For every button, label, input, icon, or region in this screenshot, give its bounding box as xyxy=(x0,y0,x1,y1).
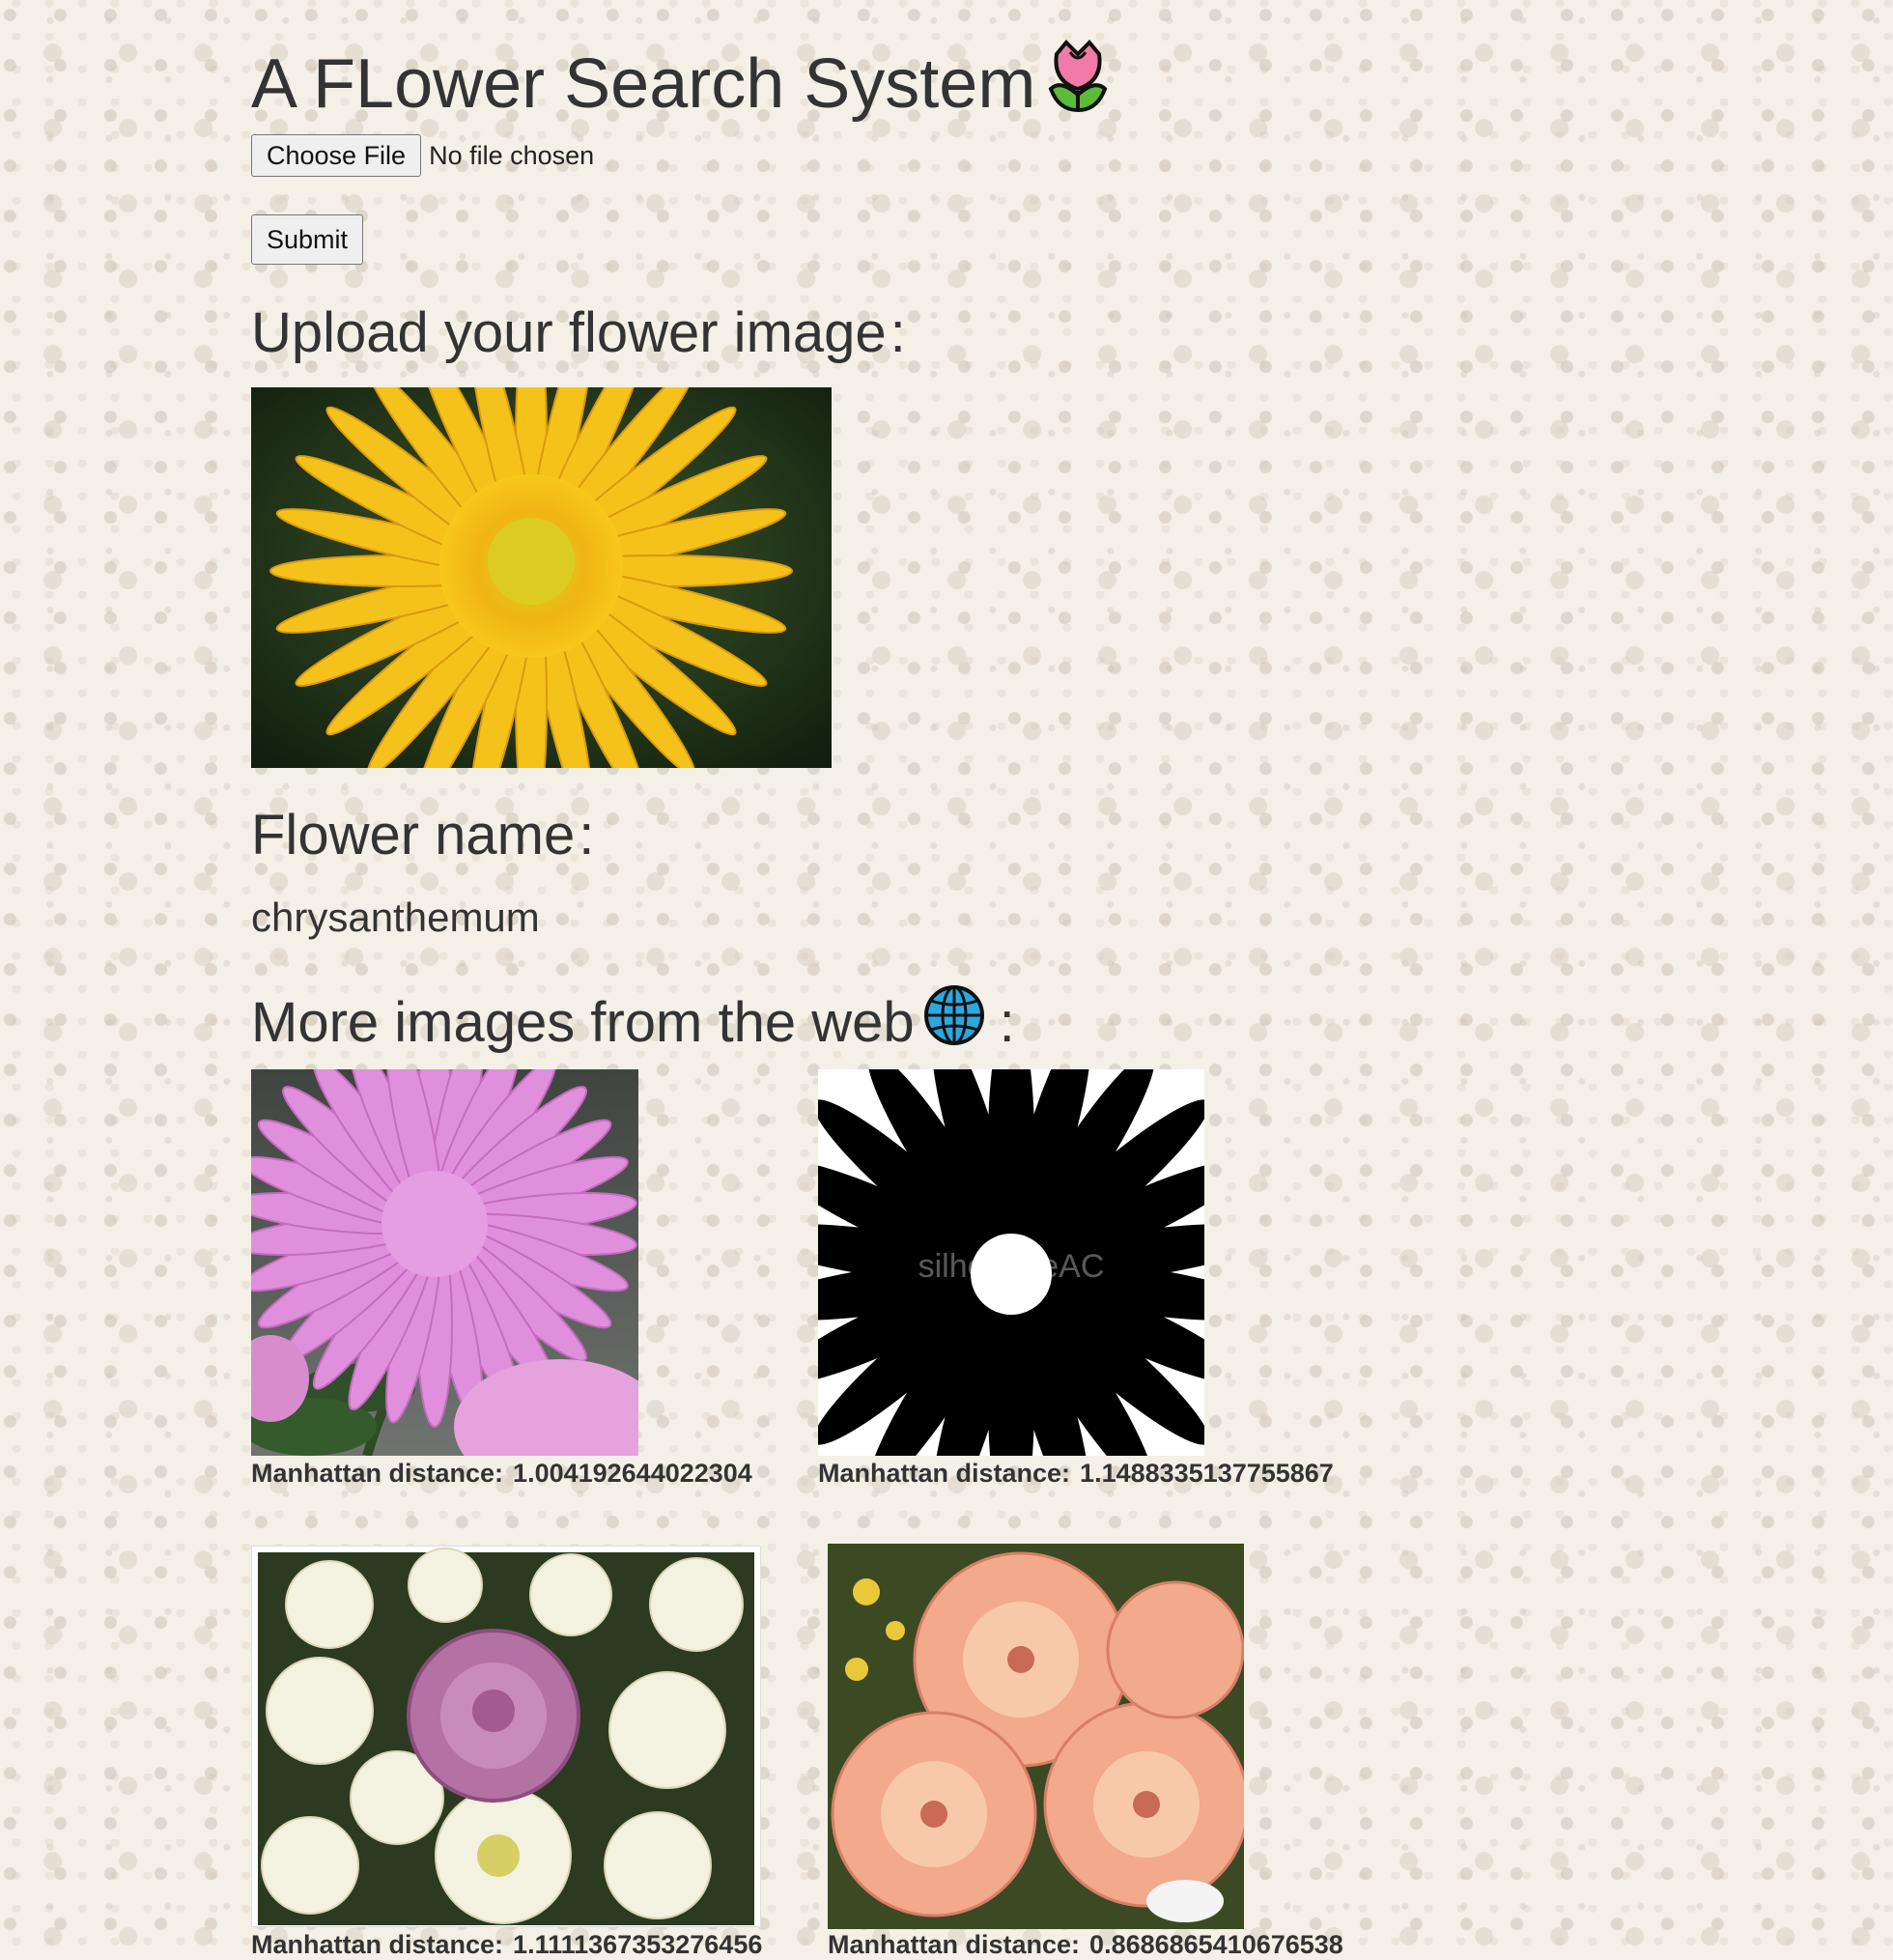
tulip-icon xyxy=(1041,35,1115,133)
file-status-text: No file chosen xyxy=(429,140,595,170)
distance-value: 1.004192644022304 xyxy=(513,1459,752,1488)
uploaded-flower-image xyxy=(251,387,832,768)
flower-name-heading-colon: : xyxy=(579,804,595,866)
distance-caption-3: Manhattan distance: 1.1111367353276456 xyxy=(251,1930,762,1960)
title-text: A FLower Search System xyxy=(251,45,1036,123)
distance-value: 0.8686865410676538 xyxy=(1089,1930,1343,1959)
flower-name-heading-text: Flower name xyxy=(251,804,576,866)
web-image-1 xyxy=(251,1069,638,1456)
flower-name-value: chrysanthemum xyxy=(251,895,540,940)
distance-caption-2: Manhattan distance: 1.1488335137755867 xyxy=(818,1459,1334,1489)
web-image-2: silhouetteAC xyxy=(818,1069,1204,1456)
flower-name-heading: Flower name : xyxy=(251,803,594,867)
upload-heading-text: Upload your flower image xyxy=(251,301,887,364)
globe-icon xyxy=(922,983,986,1061)
upload-heading-colon: : xyxy=(890,301,906,364)
web-images-heading-text: More images from the web xyxy=(251,990,915,1054)
distance-caption-1: Manhattan distance: 1.004192644022304 xyxy=(251,1459,752,1489)
distance-value: 1.1111367353276456 xyxy=(513,1930,763,1959)
web-image-4 xyxy=(828,1544,1244,1929)
distance-value: 1.1488335137755867 xyxy=(1080,1459,1334,1488)
distance-label: Manhattan distance: xyxy=(828,1930,1081,1959)
distance-label: Manhattan distance: xyxy=(251,1459,504,1488)
web-images-heading-colon: : xyxy=(999,990,1015,1054)
watermark-text: silhouetteAC xyxy=(918,1248,1105,1285)
choose-file-button[interactable]: Choose File xyxy=(251,134,422,177)
page-title: A FLower Search System xyxy=(251,35,1115,133)
web-images-heading: More images from the web : xyxy=(251,983,1015,1061)
web-image-3 xyxy=(251,1546,761,1927)
submit-button[interactable]: Submit xyxy=(251,214,364,265)
upload-heading: Upload your flower image : xyxy=(251,300,906,365)
distance-label: Manhattan distance: xyxy=(818,1459,1071,1488)
file-input[interactable]: Choose File No file chosen xyxy=(251,134,594,177)
distance-label: Manhattan distance: xyxy=(251,1930,504,1959)
distance-caption-4: Manhattan distance: 0.8686865410676538 xyxy=(828,1930,1343,1960)
